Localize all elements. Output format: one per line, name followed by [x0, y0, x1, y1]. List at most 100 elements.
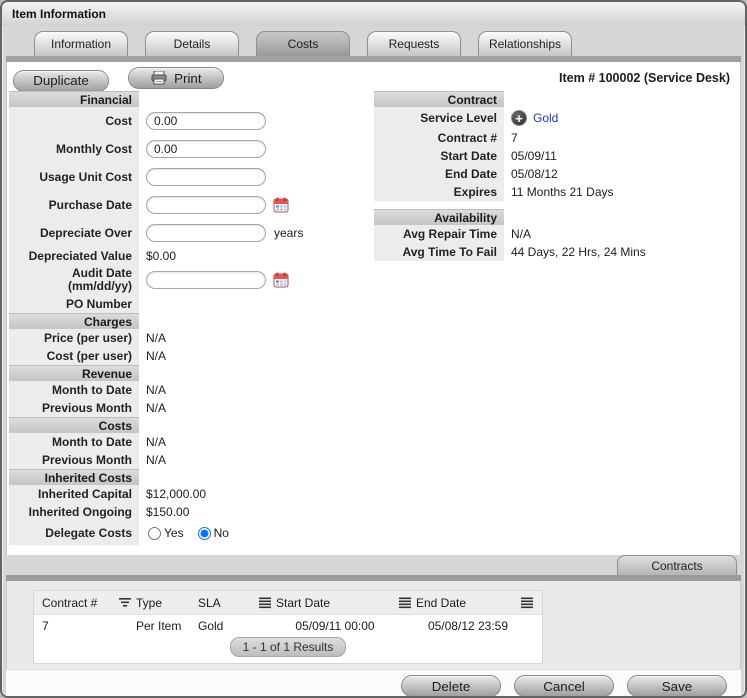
- item-reference: Item # 100002 (Service Desk): [559, 71, 730, 85]
- menu-icon[interactable]: [520, 597, 542, 609]
- item-information-window: Item Information Information Details Cos…: [0, 0, 747, 698]
- printer-icon: [151, 71, 167, 85]
- delegate-no-option[interactable]: No: [197, 526, 229, 540]
- column-header-type[interactable]: Type: [136, 596, 198, 610]
- contract-number-label: Contract #: [374, 129, 504, 147]
- monthly-cost-input[interactable]: [146, 140, 266, 158]
- revenue-prev-value: N/A: [146, 401, 167, 415]
- end-date-label: End Date: [374, 165, 504, 183]
- cost-input[interactable]: [146, 112, 266, 130]
- revenue-prev-row: Previous Month N/A: [9, 399, 373, 417]
- pagination-row: 1 - 1 of 1 Results: [34, 637, 542, 663]
- revenue-prev-label: Previous Month: [9, 399, 139, 417]
- filter-icon[interactable]: [114, 597, 136, 609]
- delete-button[interactable]: Delete: [401, 675, 501, 696]
- avg-time-to-fail-value: 44 Days, 22 Hrs, 24 Mins: [511, 245, 646, 259]
- duplicate-button[interactable]: Duplicate: [13, 69, 109, 92]
- cost-row: Cost: [9, 107, 373, 135]
- avg-time-to-fail-label: Avg Time To Fail: [374, 243, 504, 261]
- service-level-link[interactable]: Gold: [533, 111, 558, 125]
- audit-date-input[interactable]: [146, 271, 266, 289]
- purchase-date-label: Purchase Date: [9, 191, 139, 219]
- usage-unit-cost-row: Usage Unit Cost: [9, 163, 373, 191]
- depreciate-over-row: Depreciate Over years: [9, 219, 373, 247]
- financial-block: Financial Cost Monthly Cost Usage Unit C…: [9, 91, 373, 545]
- end-date-value: 05/08/12: [511, 167, 558, 181]
- years-suffix: years: [274, 226, 304, 240]
- price-per-user-label: Price (per user): [9, 329, 139, 347]
- calendar-icon[interactable]: [273, 272, 289, 288]
- delegate-yes-radio[interactable]: [148, 526, 161, 540]
- tab-contracts[interactable]: Contracts: [617, 555, 737, 575]
- depreciated-value-row: Depreciated Value $0.00: [9, 247, 373, 265]
- contract-number-row: Contract # 7: [374, 129, 740, 147]
- inherited-capital-label: Inherited Capital: [9, 485, 139, 503]
- usage-unit-cost-input[interactable]: [146, 168, 266, 186]
- costs-prev-value: N/A: [146, 453, 167, 467]
- service-level-label: Service Level: [374, 107, 504, 129]
- menu-icon[interactable]: [254, 597, 276, 609]
- inherited-ongoing-row: Inherited Ongoing $150.00: [9, 503, 373, 521]
- audit-date-label-line2: (mm/dd/yy): [67, 279, 132, 293]
- start-date-value: 05/09/11: [511, 149, 557, 163]
- contract-block: Contract Service Level + Gold Contract #…: [374, 91, 740, 261]
- delegate-costs-row: Delegate Costs Yes No: [9, 521, 373, 545]
- section-header-contract: Contract: [374, 91, 504, 107]
- purchase-date-input[interactable]: [146, 196, 266, 214]
- usage-unit-cost-label: Usage Unit Cost: [9, 163, 139, 191]
- cost-label: Cost: [9, 107, 139, 135]
- delegate-yes-option[interactable]: Yes: [148, 526, 184, 540]
- contracts-table-header: Contract # Type SLA Start Date End Date: [34, 591, 542, 615]
- delegate-costs-label: Delegate Costs: [9, 521, 139, 545]
- pagination-results[interactable]: 1 - 1 of 1 Results: [229, 637, 347, 657]
- cancel-button[interactable]: Cancel: [514, 675, 614, 696]
- table-row[interactable]: 7 Per Item Gold 05/09/11 00:00 05/08/12 …: [34, 615, 542, 637]
- tab-bar: Information Details Costs Requests Relat…: [2, 31, 745, 56]
- avg-repair-time-row: Avg Repair Time N/A: [374, 225, 740, 243]
- print-button[interactable]: Print: [128, 67, 225, 89]
- costs-mtd-label: Month to Date: [9, 433, 139, 451]
- contracts-panel: Contract # Type SLA Start Date End Date …: [6, 581, 741, 669]
- avg-time-to-fail-row: Avg Time To Fail 44 Days, 22 Hrs, 24 Min…: [374, 243, 740, 261]
- print-button-label: Print: [174, 70, 202, 86]
- costs-mtd-row: Month to Date N/A: [9, 433, 373, 451]
- toolbar: Duplicate Print Item # 100002 (Service D…: [13, 67, 732, 92]
- tab-requests[interactable]: Requests: [367, 31, 461, 56]
- contract-number-value: 7: [511, 131, 518, 145]
- section-header-inherited-costs: Inherited Costs: [9, 469, 139, 485]
- tab-relationships[interactable]: Relationships: [478, 31, 572, 56]
- depreciated-value: $0.00: [146, 249, 177, 263]
- depreciate-over-label: Depreciate Over: [9, 219, 139, 247]
- tab-details[interactable]: Details: [145, 31, 239, 56]
- menu-icon[interactable]: [394, 597, 416, 609]
- revenue-mtd-label: Month to Date: [9, 381, 139, 399]
- add-service-level-icon[interactable]: +: [511, 110, 527, 126]
- column-header-end-date[interactable]: End Date: [416, 596, 520, 610]
- inherited-ongoing-value: $150.00: [146, 505, 190, 519]
- costs-prev-row: Previous Month N/A: [9, 451, 373, 469]
- tab-costs[interactable]: Costs: [256, 31, 350, 56]
- revenue-mtd-value: N/A: [146, 383, 167, 397]
- column-header-contract-number[interactable]: Contract #: [34, 596, 114, 610]
- audit-date-label: Audit Date (mm/dd/yy): [9, 265, 139, 295]
- depreciate-over-input[interactable]: [146, 224, 266, 242]
- cell-sla: Gold: [198, 619, 224, 633]
- inherited-ongoing-label: Inherited Ongoing: [9, 503, 139, 521]
- costs-tab-content: Duplicate Print Item # 100002 (Service D…: [6, 62, 741, 555]
- cost-per-user-value: N/A: [146, 349, 167, 363]
- section-header-availability: Availability: [374, 209, 504, 225]
- column-header-start-date[interactable]: Start Date: [276, 596, 394, 610]
- delete-button-label: Delete: [431, 678, 471, 694]
- section-header-revenue: Revenue: [9, 365, 139, 381]
- cost-per-user-label: Cost (per user): [9, 347, 139, 365]
- avg-repair-time-value: N/A: [511, 227, 532, 241]
- delegate-no-radio[interactable]: [197, 526, 211, 540]
- cell-contract-number: 7: [42, 619, 49, 633]
- price-per-user-row: Price (per user) N/A: [9, 329, 373, 347]
- costs-prev-label: Previous Month: [9, 451, 139, 469]
- depreciated-value-label: Depreciated Value: [9, 247, 139, 265]
- calendar-icon[interactable]: [273, 197, 289, 213]
- tab-information[interactable]: Information: [34, 31, 128, 56]
- column-header-sla[interactable]: SLA: [198, 596, 254, 610]
- save-button[interactable]: Save: [627, 675, 727, 696]
